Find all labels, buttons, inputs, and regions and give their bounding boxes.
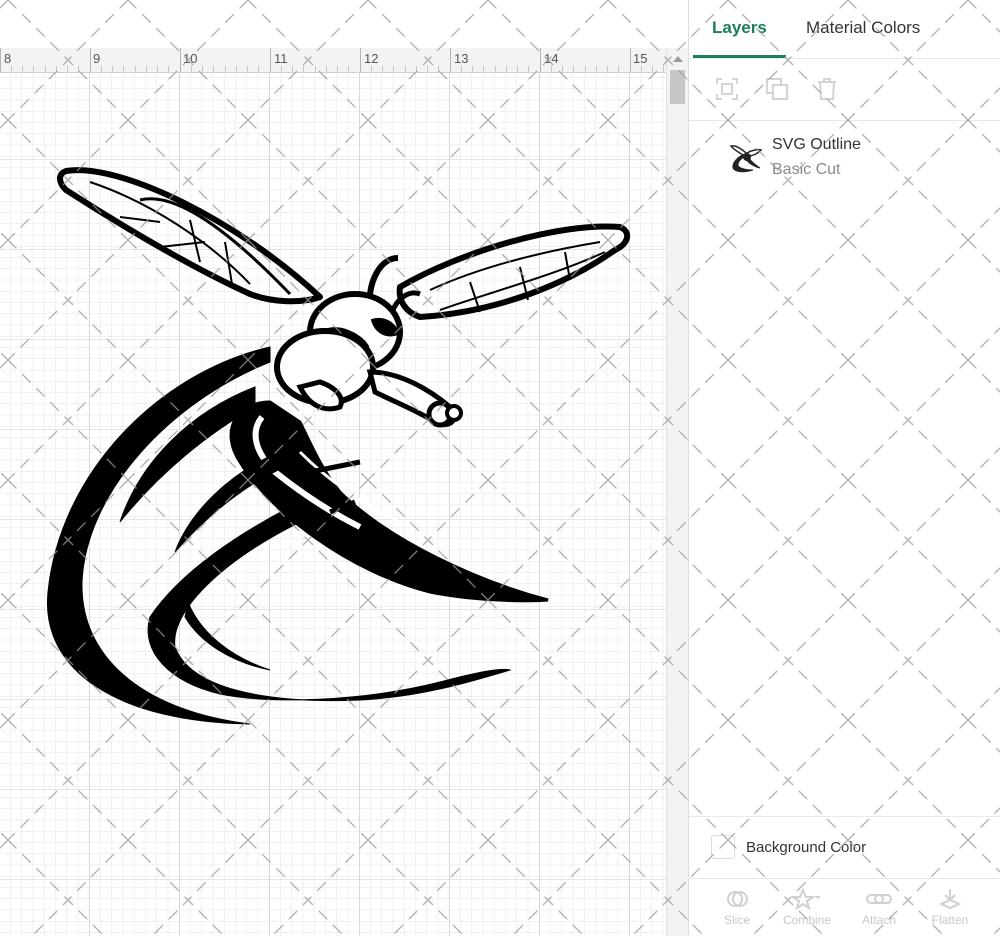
ruler-label: 14 (544, 51, 559, 66)
ruler-label: 15 (633, 51, 648, 66)
combine-label: Combine (782, 913, 832, 927)
tab-material-colors[interactable]: Material Colors (806, 18, 920, 38)
flatten-icon (938, 889, 962, 910)
flatten-label: Flatten (931, 913, 969, 927)
background-color-row: Background Color (689, 816, 1000, 879)
ruler-major-tick (179, 48, 181, 72)
ruler-major-tick (359, 48, 361, 72)
scroll-up-arrow-icon[interactable] (673, 56, 683, 62)
layers-toolbar (689, 58, 1000, 121)
combine-button[interactable]: Combine (777, 883, 837, 935)
ruler-label: 12 (364, 51, 379, 66)
duplicate-icon[interactable] (764, 76, 790, 102)
ruler-major-tick (629, 48, 631, 72)
ruler-label: 10 (183, 51, 198, 66)
scrollbar-thumb[interactable] (670, 70, 685, 104)
group-icon[interactable] (714, 76, 740, 102)
layer-name: SVG Outline (772, 136, 861, 153)
hornet-icon (729, 145, 763, 173)
flatten-button[interactable]: Flatten (920, 883, 980, 935)
ruler-label: 11 (274, 51, 288, 66)
layers-panel: Layers Material Colors SVG Outline Basic… (688, 0, 1000, 936)
ruler-major-tick (449, 48, 451, 72)
slice-label: Slice (723, 913, 750, 927)
combine-icon (792, 887, 821, 911)
vertical-scrollbar[interactable] (666, 48, 688, 936)
ruler-major-tick (269, 48, 271, 72)
slice-button[interactable]: Slice (707, 883, 767, 935)
ruler-label: 9 (93, 51, 101, 66)
tab-layers[interactable]: Layers (712, 18, 767, 38)
background-color-swatch[interactable] (711, 835, 735, 859)
ruler-label: 13 (454, 51, 469, 66)
layer-operation: Basic Cut (772, 161, 841, 178)
ruler-major-tick (89, 48, 91, 72)
delete-icon[interactable] (814, 76, 840, 102)
ruler-major-tick (539, 48, 541, 72)
panel-tabs: Layers Material Colors (689, 0, 1000, 59)
horizontal-ruler: 8 9 10 11 12 13 14 15 (0, 48, 666, 73)
bottom-action-bar: Slice Combine Attach Flatten (689, 878, 1000, 937)
ruler-label: 8 (4, 51, 12, 66)
design-canvas[interactable]: 8 9 10 11 12 13 14 15 (0, 0, 688, 936)
ruler-major-tick (0, 48, 1, 72)
attach-icon (866, 894, 892, 904)
background-color-label: Background Color (746, 839, 867, 856)
slice-icon (727, 891, 748, 907)
canvas-grid (0, 72, 666, 936)
layer-item[interactable]: SVG Outline Basic Cut (689, 124, 1000, 190)
attach-label: Attach (861, 913, 897, 927)
attach-button[interactable]: Attach (849, 883, 909, 935)
